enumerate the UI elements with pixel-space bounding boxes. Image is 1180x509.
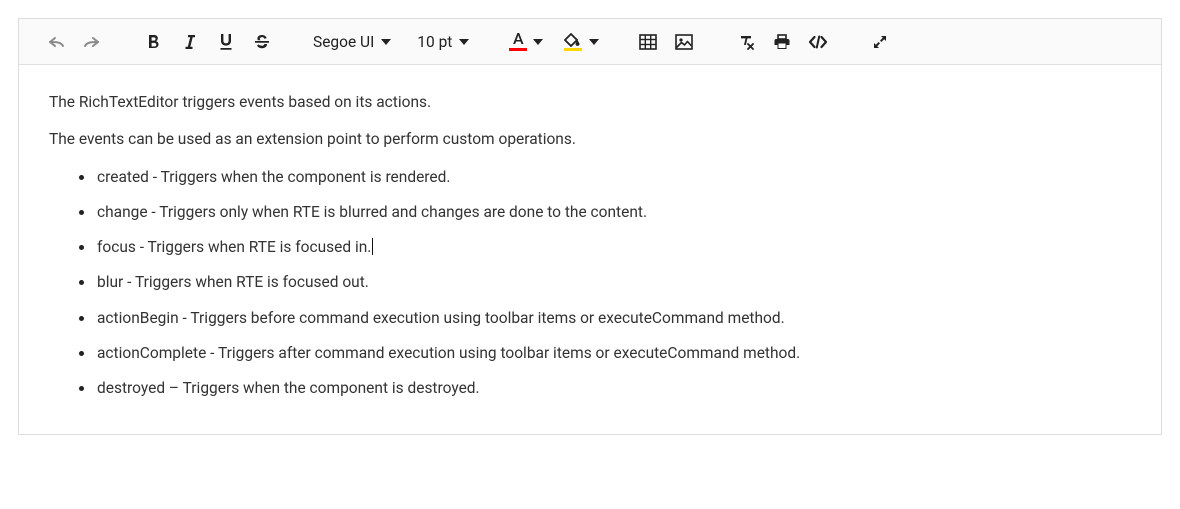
chevron-down-icon <box>459 39 469 45</box>
event-list: created - Triggers when the component is… <box>49 166 1131 401</box>
list-item: actionComplete - Triggers after command … <box>95 342 1131 365</box>
font-name-dropdown[interactable]: Segoe UI <box>307 25 397 59</box>
toolbar: Segoe UI 10 pt A <box>19 19 1161 65</box>
list-item: change - Triggers only when RTE is blurr… <box>95 201 1131 224</box>
insert-table-button[interactable] <box>631 25 665 59</box>
redo-button[interactable] <box>75 25 109 59</box>
underline-button[interactable] <box>209 25 243 59</box>
font-color-icon: A <box>507 32 529 51</box>
chevron-down-icon <box>381 39 391 45</box>
bold-button[interactable] <box>137 25 171 59</box>
list-item: destroyed – Triggers when the component … <box>95 377 1131 400</box>
background-color-dropdown[interactable] <box>557 25 603 59</box>
clear-format-button[interactable] <box>729 25 763 59</box>
paragraph: The events can be used as an extension p… <box>49 128 1131 151</box>
font-size-dropdown[interactable]: 10 pt <box>411 25 475 59</box>
italic-button[interactable] <box>173 25 207 59</box>
insert-image-button[interactable] <box>667 25 701 59</box>
list-item: created - Triggers when the component is… <box>95 166 1131 189</box>
source-code-button[interactable] <box>801 25 835 59</box>
text-cursor <box>372 238 373 255</box>
rich-text-editor: Segoe UI 10 pt A <box>18 18 1162 435</box>
list-item: focus - Triggers when RTE is focused in. <box>95 236 1131 259</box>
list-item: actionBegin - Triggers before command ex… <box>95 307 1131 330</box>
strikethrough-button[interactable] <box>245 25 279 59</box>
print-button[interactable] <box>765 25 799 59</box>
undo-button[interactable] <box>39 25 73 59</box>
chevron-down-icon <box>533 39 543 45</box>
fill-bucket-icon <box>561 33 585 51</box>
editor-content[interactable]: The RichTextEditor triggers events based… <box>19 65 1161 434</box>
paragraph: The RichTextEditor triggers events based… <box>49 91 1131 114</box>
fullscreen-button[interactable] <box>863 25 897 59</box>
chevron-down-icon <box>589 39 599 45</box>
font-name-label: Segoe UI <box>313 33 374 51</box>
list-item: blur - Triggers when RTE is focused out. <box>95 271 1131 294</box>
font-color-dropdown[interactable]: A <box>503 25 547 59</box>
font-size-label: 10 pt <box>417 33 452 51</box>
